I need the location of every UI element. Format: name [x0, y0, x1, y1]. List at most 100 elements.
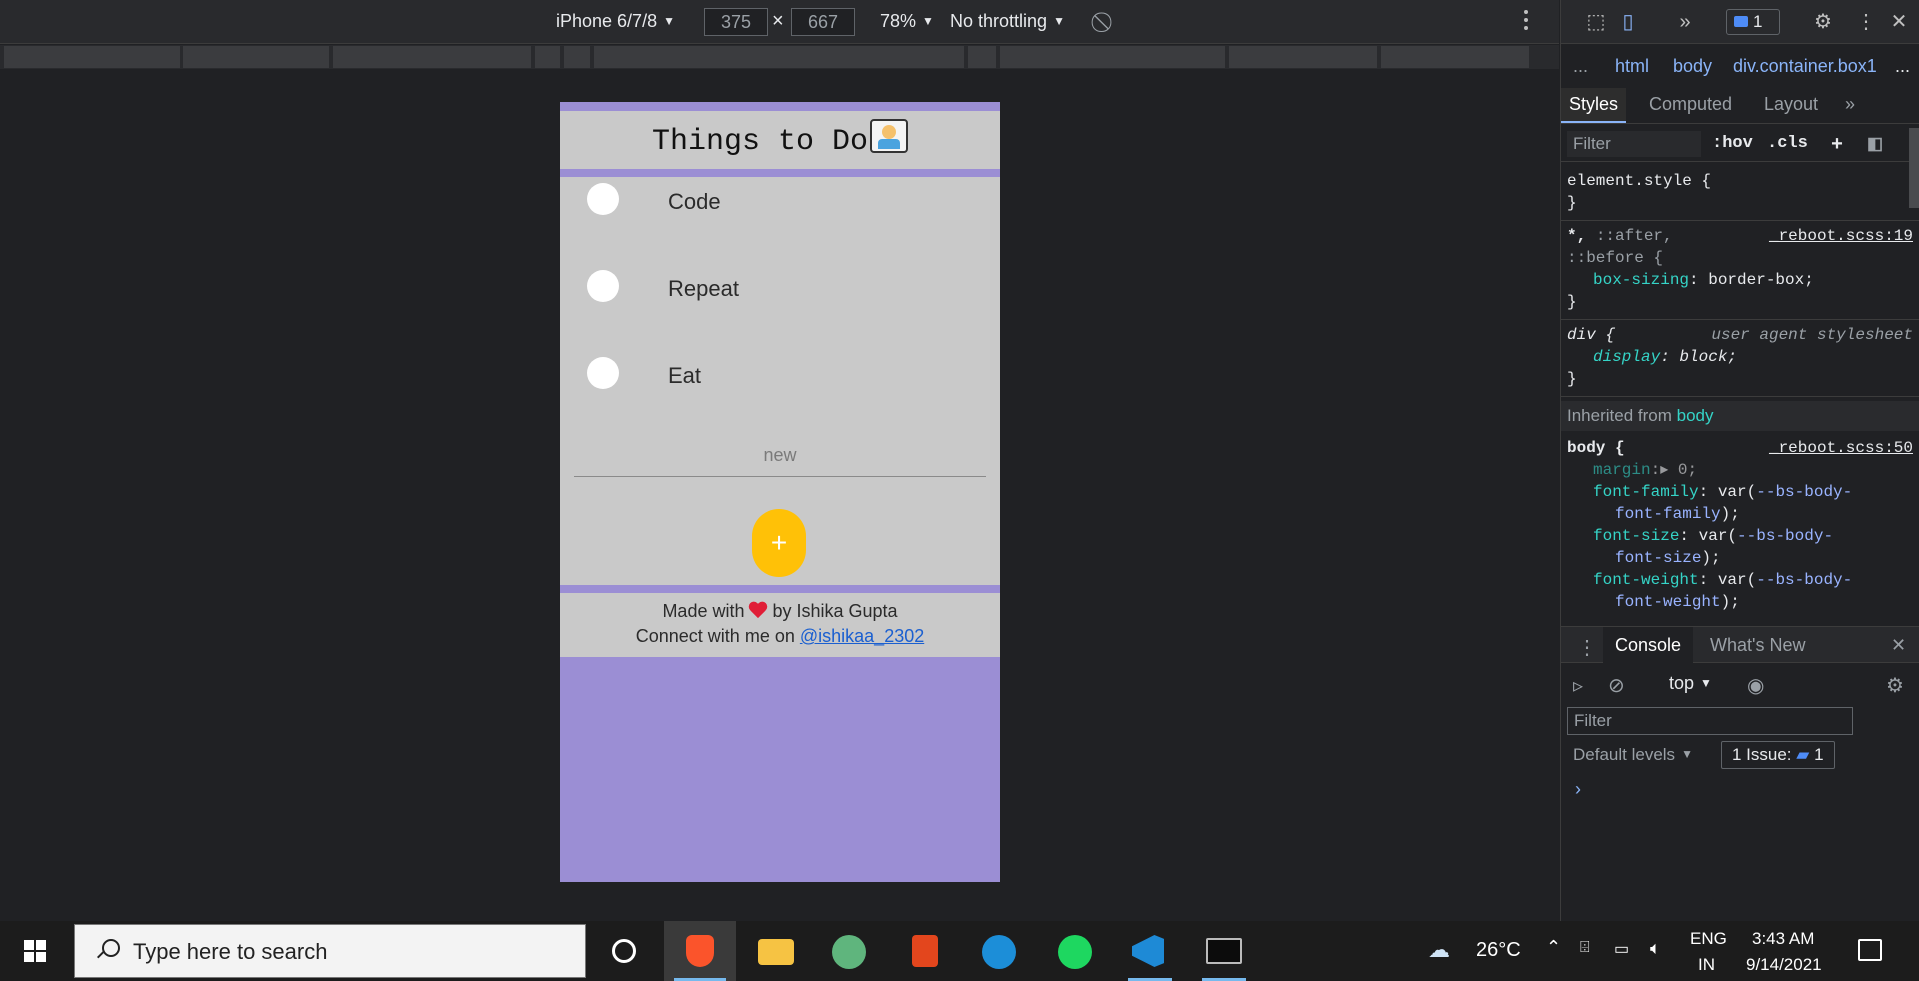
zoom-select[interactable]: 78% ▼: [880, 11, 934, 32]
styles-filter-row: Filter :hov .cls + ◧: [1561, 128, 1919, 162]
source-link[interactable]: _reboot.scss:50: [1769, 437, 1913, 459]
todo-label: Repeat: [668, 276, 739, 301]
source-link[interactable]: _reboot.scss:19: [1769, 225, 1913, 247]
office-icon[interactable]: [888, 921, 960, 981]
battery-icon[interactable]: ▭: [1614, 939, 1629, 959]
rule-div: user agent stylesheet div { display: bloc…: [1567, 326, 1913, 388]
inspect-element-icon[interactable]: ⬚: [1584, 10, 1608, 34]
more-tabs-icon[interactable]: »: [1845, 94, 1855, 115]
tab-layout[interactable]: Layout: [1764, 94, 1818, 115]
breadcrumb-more[interactable]: ...: [1895, 56, 1910, 77]
tab-styles[interactable]: Styles: [1561, 88, 1627, 123]
more-options-icon[interactable]: ⋮: [1854, 10, 1878, 34]
language-indicator[interactable]: ENG: [1690, 929, 1727, 949]
device-toggle-icon[interactable]: ▯: [1616, 10, 1640, 34]
drawer-menu-icon[interactable]: ⋮: [1577, 635, 1597, 660]
todo-label: Eat: [668, 363, 702, 388]
meet-now-icon[interactable]: ⌹: [1580, 939, 1590, 957]
device-select[interactable]: iPhone 6/7/8 ▼: [556, 11, 675, 32]
height-input[interactable]: 667: [791, 8, 855, 36]
close-icon[interactable]: ✕: [1887, 10, 1911, 34]
cortana-icon[interactable]: [612, 939, 636, 963]
weather-icon[interactable]: ☁: [1428, 937, 1450, 963]
context-select[interactable]: top ▼: [1669, 673, 1712, 694]
media-query-bar[interactable]: [0, 45, 1559, 69]
spotify-icon[interactable]: [1040, 921, 1112, 981]
console-toolbar: ▹ ⊘ top ▼ ◉ ⚙: [1561, 669, 1919, 703]
console-filter-input[interactable]: Filter: [1567, 707, 1853, 735]
property-name[interactable]: font-size: [1593, 527, 1679, 545]
social-handle-link[interactable]: @ishikaa_2302: [800, 626, 924, 646]
terminal-icon[interactable]: [1188, 921, 1260, 981]
close-icon[interactable]: ✕: [1891, 635, 1906, 656]
styles-filter-input[interactable]: Filter: [1567, 131, 1701, 157]
property-name[interactable]: margin: [1593, 461, 1651, 479]
add-button[interactable]: +: [752, 509, 806, 577]
new-todo-input[interactable]: [574, 435, 986, 477]
chevron-up-icon[interactable]: ⌃: [1546, 937, 1561, 958]
issues-button[interactable]: 1: [1726, 9, 1780, 35]
add-rule-icon[interactable]: +: [1831, 134, 1843, 157]
todo-checkbox[interactable]: [587, 357, 619, 389]
language-region[interactable]: IN: [1698, 955, 1715, 975]
property-value[interactable]: border-box;: [1708, 271, 1814, 289]
gear-icon[interactable]: ⚙: [1886, 673, 1904, 698]
title-text: Things to Do: [651, 125, 869, 159]
weather-temp[interactable]: 26°C: [1476, 939, 1521, 962]
more-tabs-icon[interactable]: »: [1673, 10, 1697, 34]
throttling-select[interactable]: No throttling ▼: [950, 11, 1065, 32]
issues-label: 1 Issue:: [1732, 745, 1792, 764]
taskbar-search[interactable]: Type here to search: [74, 924, 586, 978]
style-rules: element.style { } _reboot.scss:19 *, ::af…: [1561, 170, 1919, 613]
file-explorer-icon[interactable]: [740, 921, 812, 981]
property-name[interactable]: font-family: [1593, 483, 1699, 501]
rule-universal: _reboot.scss:19 *, ::after, ::before { bo…: [1567, 225, 1913, 311]
property-value[interactable]: ▸ 0;: [1660, 461, 1697, 479]
gear-icon[interactable]: ⚙: [1811, 10, 1835, 34]
cls-toggle[interactable]: .cls: [1767, 134, 1808, 153]
hov-toggle[interactable]: :hov: [1712, 134, 1753, 153]
tab-console[interactable]: Console: [1603, 627, 1694, 664]
css-variable[interactable]: --bs-body-: [1756, 571, 1852, 589]
sidebar-toggle-icon[interactable]: ▹: [1573, 673, 1583, 698]
footer-credit: Made with by Ishika Gupta: [560, 601, 1000, 622]
todo-checkbox[interactable]: [587, 183, 619, 215]
property-name[interactable]: font-weight: [1593, 571, 1699, 589]
inherited-source[interactable]: body: [1677, 406, 1714, 425]
property-name[interactable]: box-sizing: [1593, 271, 1689, 289]
todo-checkbox[interactable]: [587, 270, 619, 302]
property-value: );: [1720, 593, 1740, 611]
edge-icon[interactable]: [964, 921, 1036, 981]
todo-panel: Code Repeat Eat +: [560, 177, 1000, 585]
brave-icon[interactable]: [664, 921, 736, 981]
volume-icon[interactable]: 🔈︎: [1650, 938, 1661, 959]
issues-counter[interactable]: 1 Issue: ▰ 1: [1721, 741, 1835, 769]
tab-whats-new[interactable]: What's New: [1710, 635, 1805, 656]
divider: [1561, 319, 1919, 320]
log-levels-select[interactable]: Default levels ▼: [1573, 745, 1693, 765]
css-variable[interactable]: --bs-body-: [1756, 483, 1852, 501]
eye-icon[interactable]: ◉: [1747, 673, 1764, 698]
breadcrumb-div[interactable]: div.container.box1: [1733, 56, 1877, 77]
breadcrumb-overflow[interactable]: ...: [1573, 56, 1588, 77]
breadcrumb-body[interactable]: body: [1673, 56, 1712, 77]
notification-icon[interactable]: [1858, 939, 1882, 961]
selector[interactable]: element.style {: [1567, 170, 1913, 192]
clock-date[interactable]: 9/14/2021: [1746, 955, 1822, 975]
levels-value: Default levels: [1573, 745, 1676, 764]
devtools-toolbar: ⬚ ▯ » 1 ⚙ ⋮ ✕: [1561, 0, 1919, 44]
issues-number: 1: [1814, 745, 1824, 764]
clock-time[interactable]: 3:43 AM: [1752, 929, 1814, 949]
more-options-icon[interactable]: [1524, 10, 1528, 34]
css-variable[interactable]: --bs-body-: [1737, 527, 1833, 545]
vscode-icon[interactable]: [1114, 921, 1186, 981]
console-prompt[interactable]: ›: [1575, 779, 1581, 800]
start-button[interactable]: [0, 921, 70, 981]
width-input[interactable]: 375: [704, 8, 768, 36]
sidebar-toggle-icon[interactable]: ◧: [1867, 134, 1883, 155]
clear-console-icon[interactable]: ⊘: [1608, 673, 1625, 698]
search-placeholder: Type here to search: [133, 939, 328, 964]
tab-computed[interactable]: Computed: [1649, 94, 1732, 115]
breadcrumb-html[interactable]: html: [1615, 56, 1649, 77]
atom-icon[interactable]: [814, 921, 886, 981]
